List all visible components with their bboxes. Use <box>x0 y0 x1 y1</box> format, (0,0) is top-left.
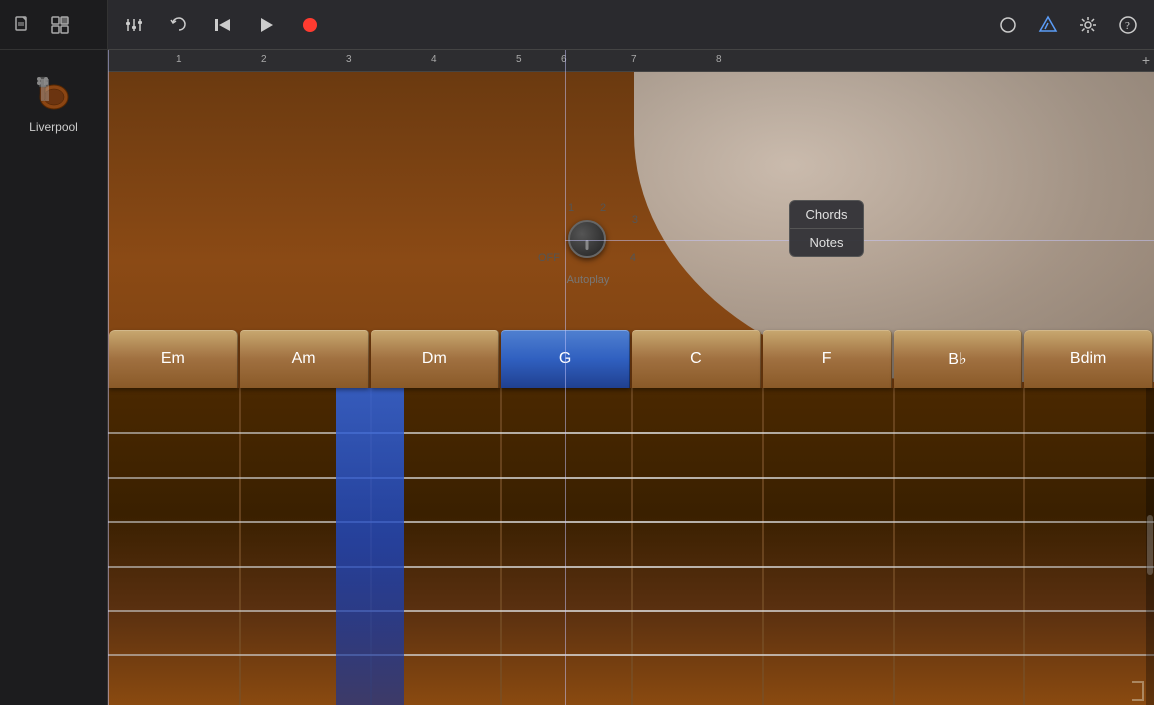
ruler-mark-4: 4 <box>431 54 437 65</box>
ruler-marks: 1 2 3 4 5 6 7 8 + <box>108 50 1154 71</box>
fretboard[interactable] <box>108 388 1154 705</box>
timeline-ruler: 1 2 3 4 5 6 7 8 + <box>108 50 1154 72</box>
tuner-button[interactable] <box>1034 11 1062 39</box>
file-icon[interactable] <box>8 11 36 39</box>
ruler-mark-2: 2 <box>261 54 267 65</box>
chord-highlight-g <box>336 388 404 705</box>
play-button[interactable] <box>252 11 280 39</box>
autoplay-section: OFF 1 2 3 4 Autoplay <box>498 202 678 302</box>
sidebar-top-icons <box>0 0 107 50</box>
string-3 <box>108 521 1154 523</box>
playhead-line <box>108 50 109 705</box>
autoplay-label: Autoplay <box>567 274 610 286</box>
ruler-mark-7: 7 <box>631 54 637 65</box>
add-section-button[interactable]: + <box>1142 52 1150 68</box>
bracket-indicator <box>1132 681 1144 701</box>
chords-option[interactable]: Chords <box>790 201 863 228</box>
string-1 <box>108 432 1154 434</box>
mixer-button[interactable] <box>120 11 148 39</box>
chord-bdim-button[interactable]: Bdim <box>1024 330 1153 388</box>
scroll-thumb <box>1147 515 1153 575</box>
rewind-button[interactable] <box>208 11 236 39</box>
string-4 <box>108 566 1154 568</box>
layout-icon[interactable] <box>46 11 74 39</box>
label-1: 1 <box>568 202 574 214</box>
chords-notes-popup: Chords Notes <box>789 200 864 257</box>
toolbar-right: ? <box>994 11 1142 39</box>
label-3: 3 <box>632 214 638 226</box>
string-2 <box>108 477 1154 479</box>
sidebar: Liverpool <box>0 0 108 705</box>
chord-f-button[interactable]: F <box>763 330 892 388</box>
label-2: 2 <box>600 202 606 214</box>
track-area: OFF 1 2 3 4 Autoplay Chords <box>108 72 1154 705</box>
chord-c-button[interactable]: C <box>632 330 761 388</box>
chord-buttons-row: Em Am Dm G C F B♭ <box>108 330 1154 388</box>
settings-button[interactable] <box>1074 11 1102 39</box>
app-container: Liverpool <box>0 0 1154 705</box>
string-5 <box>108 610 1154 612</box>
main-content: OFF 1 2 3 4 Autoplay Chords <box>108 72 1154 705</box>
ruler-mark-1: 1 <box>176 54 182 65</box>
chord-bb-button[interactable]: B♭ <box>894 330 1023 388</box>
ruler-mark-5: 5 <box>516 54 522 65</box>
scroll-indicator[interactable] <box>1146 388 1154 705</box>
pointer-line-2 <box>565 50 566 705</box>
chord-am-button[interactable]: Am <box>240 330 369 388</box>
instrument-label: Liverpool <box>29 120 78 134</box>
notes-option[interactable]: Notes <box>790 229 863 256</box>
toolbar: ? <box>108 0 1154 50</box>
ruler-mark-3: 3 <box>346 54 352 65</box>
autoplay-knob-area[interactable]: OFF 1 2 3 4 <box>538 202 638 272</box>
ruler-mark-8: 8 <box>716 54 722 65</box>
loop-button[interactable] <box>994 11 1022 39</box>
label-4: 4 <box>630 252 636 264</box>
autoplay-knob[interactable] <box>568 220 606 258</box>
help-button[interactable]: ? <box>1114 11 1142 39</box>
knob-indicator <box>586 240 589 250</box>
undo-button[interactable] <box>164 11 192 39</box>
label-off: OFF <box>538 252 560 264</box>
chord-dm-button[interactable]: Dm <box>371 330 500 388</box>
svg-text:?: ? <box>1125 20 1130 32</box>
chord-em-button[interactable]: Em <box>109 330 238 388</box>
record-button[interactable] <box>296 11 324 39</box>
string-6 <box>108 654 1154 656</box>
guitar-strings <box>108 388 1154 705</box>
sidebar-instrument[interactable]: Liverpool <box>0 50 107 150</box>
instrument-icon <box>24 66 84 116</box>
